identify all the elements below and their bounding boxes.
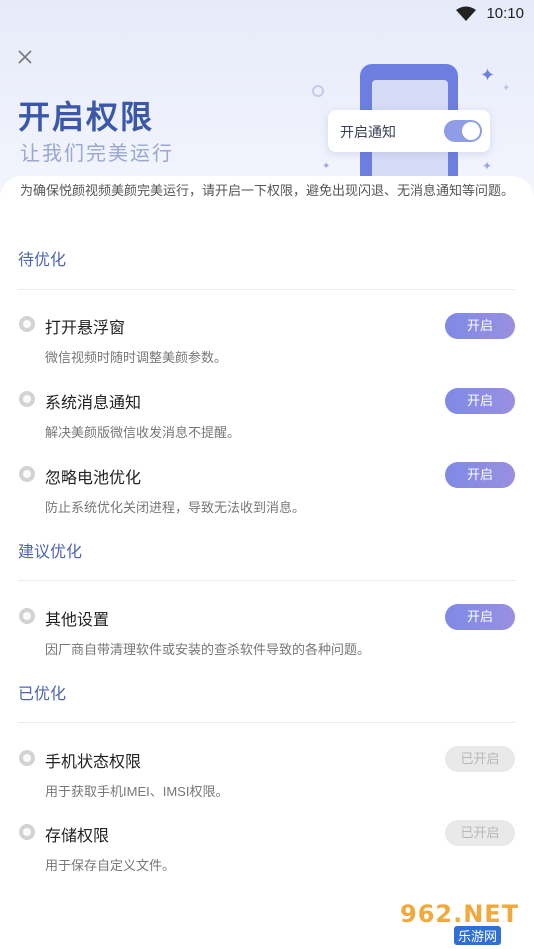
- notify-card-label: 开启通知: [340, 124, 396, 140]
- watermark-text: 962.NET: [400, 900, 520, 928]
- phone-state-enabled-button[interactable]: 已开启: [445, 746, 515, 772]
- settings-icon: [19, 608, 35, 624]
- notify-toggle: [444, 120, 482, 142]
- sparkle-icon: ✦: [480, 65, 496, 85]
- watermark-sub: 乐游网: [454, 926, 502, 945]
- section-title-pending: 待优化: [18, 252, 67, 269]
- item-title-storage: 存储权限: [45, 828, 110, 845]
- intro-text: 为确保悦颜视频美颜完美运行，请开启一下权限，避免出现闪退、无消息通知等问题。: [20, 183, 515, 198]
- item-desc-phone-state: 用于获取手机IMEI、IMSI权限。: [45, 784, 229, 799]
- item-title-phone-state: 手机状态权限: [45, 754, 142, 771]
- status-time: 10:10: [486, 5, 524, 22]
- section-title-suggested: 建议优化: [18, 544, 83, 561]
- storage-enabled-button[interactable]: 已开启: [445, 820, 515, 846]
- page-subtitle: 让我们完美运行: [20, 143, 174, 165]
- close-icon[interactable]: [15, 47, 35, 67]
- enable-notification-button[interactable]: 开启: [445, 388, 515, 414]
- sparkle-icon: ✦: [502, 83, 511, 94]
- bell-icon: [19, 391, 35, 407]
- item-title-other-settings: 其他设置: [45, 612, 110, 629]
- decor-ring: [312, 85, 324, 97]
- item-desc-battery: 防止系统优化关闭进程，导致无法收到消息。: [45, 500, 306, 515]
- battery-icon: [19, 466, 35, 482]
- toggle-knob: [462, 122, 480, 140]
- watermark-logo: 962.NET 乐游网: [392, 898, 528, 945]
- divider: [18, 722, 516, 723]
- phone-icon: [19, 750, 35, 766]
- status-bar: 10:10: [0, 0, 534, 28]
- item-title-battery: 忽略电池优化: [45, 470, 142, 487]
- item-desc-storage: 用于保存自定义文件。: [45, 858, 176, 873]
- enable-other-settings-button[interactable]: 开启: [445, 604, 515, 630]
- sparkle-icon: ✦: [482, 159, 493, 173]
- item-desc-floating-window: 微信视频时随时调整美颜参数。: [45, 350, 228, 365]
- page-title: 开启权限: [18, 99, 155, 135]
- enable-battery-button[interactable]: 开启: [445, 462, 515, 488]
- divider: [18, 580, 516, 581]
- item-title-floating-window: 打开悬浮窗: [45, 320, 126, 337]
- divider: [18, 289, 516, 290]
- section-title-optimized: 已优化: [18, 686, 67, 703]
- sparkle-icon: ✦: [322, 161, 331, 172]
- item-title-notification: 系统消息通知: [45, 395, 142, 412]
- enable-floating-window-button[interactable]: 开启: [445, 313, 515, 339]
- window-icon: [19, 316, 35, 332]
- item-desc-notification: 解决美颜版微信收发消息不提醒。: [45, 425, 241, 440]
- item-desc-other-settings: 因厂商自带清理软件或安装的查杀软件导致的各种问题。: [45, 642, 371, 657]
- notify-card: 开启通知: [328, 110, 490, 152]
- folder-icon: [19, 824, 35, 840]
- wifi-icon: [456, 6, 476, 21]
